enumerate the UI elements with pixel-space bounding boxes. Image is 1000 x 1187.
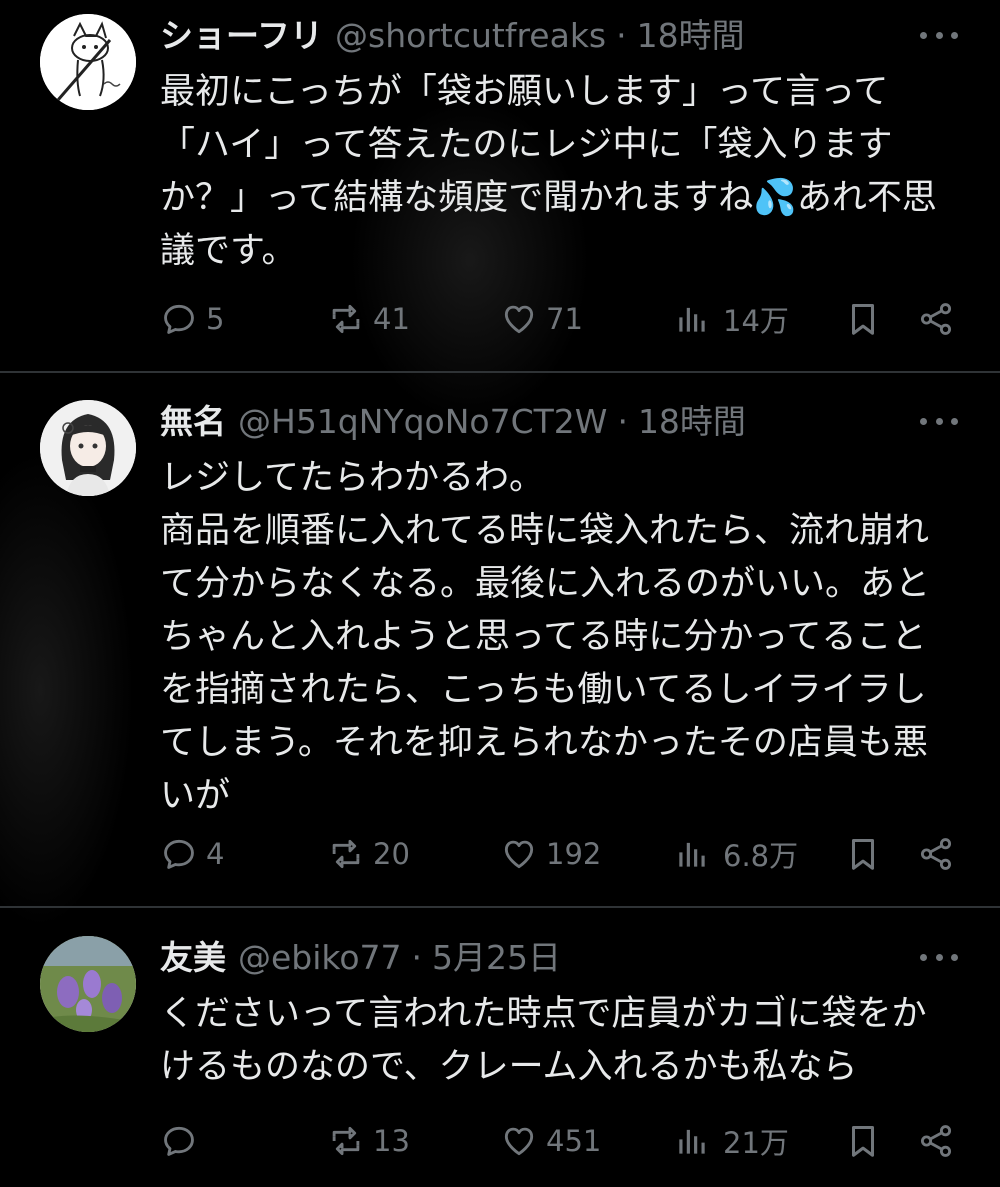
action-bar: 4 20 192 6.8万 xyxy=(0,832,1000,876)
reply-count: 4 xyxy=(206,837,225,871)
bookmark-icon xyxy=(851,304,875,335)
display-name[interactable]: 無名 xyxy=(160,400,226,444)
share-button[interactable] xyxy=(917,297,955,341)
view-count: 6.8万 xyxy=(723,839,799,873)
views-button[interactable]: 14万 xyxy=(673,297,789,341)
retweet-icon xyxy=(332,839,360,869)
cat-doodle-avatar-icon xyxy=(40,14,136,110)
reply-count: 5 xyxy=(206,302,225,336)
tweet-divider xyxy=(0,371,1000,373)
view-count: 21万 xyxy=(723,1126,789,1160)
heart-icon xyxy=(504,1127,534,1156)
retweet-count: 20 xyxy=(373,837,410,871)
separator-dot: · xyxy=(616,16,627,55)
user-handle[interactable]: @shortcutfreaks xyxy=(335,14,606,58)
tweet-text: くださいって言われた時点で店員がカゴに袋をか けるものなので、クレーム入れるかも… xyxy=(160,994,927,1087)
retweet-button[interactable]: 13 xyxy=(327,1119,410,1163)
retweet-count: 13 xyxy=(373,1124,410,1158)
tweet-text: レジしてたらわかるわ。 商品を順番に入れてる時に袋入れたら、流れ崩れ て分からな… xyxy=(160,458,931,816)
avatar[interactable] xyxy=(40,400,136,496)
retweet-button[interactable]: 20 xyxy=(327,832,410,876)
view-count: 14万 xyxy=(723,304,789,338)
share-icon xyxy=(920,838,952,870)
action-bar: 5 41 71 14万 xyxy=(0,297,1000,341)
bookmark-button[interactable] xyxy=(844,297,882,341)
retweet-button[interactable]: 41 xyxy=(327,297,410,341)
bookmark-icon xyxy=(851,1126,875,1157)
like-button[interactable]: 71 xyxy=(500,297,583,341)
avatar[interactable] xyxy=(40,14,136,110)
timestamp[interactable]: 5月25日 xyxy=(432,936,561,980)
like-button[interactable]: 192 xyxy=(500,832,601,876)
separator-dot: · xyxy=(617,402,628,441)
reply-button[interactable]: 4 xyxy=(160,832,224,876)
analytics-icon xyxy=(679,1129,705,1154)
tweet-header: 無名 @H51qNYqoNo7CT2W · 18時間 xyxy=(160,400,746,444)
like-button[interactable]: 451 xyxy=(500,1119,601,1163)
reply-button[interactable] xyxy=(160,1119,206,1163)
views-button[interactable]: 6.8万 xyxy=(673,832,798,876)
like-count: 71 xyxy=(546,302,583,336)
tweet-header: 友美 @ebiko77 · 5月25日 xyxy=(160,936,561,980)
share-button[interactable] xyxy=(917,1119,955,1163)
share-icon xyxy=(920,1125,952,1157)
reply-icon xyxy=(164,1126,194,1156)
more-options-icon[interactable] xyxy=(920,20,958,50)
reply-button[interactable]: 5 xyxy=(160,297,224,341)
retweet-icon xyxy=(332,1126,360,1156)
bookmark-button[interactable] xyxy=(844,832,882,876)
like-count: 451 xyxy=(546,1124,602,1158)
share-icon xyxy=(920,303,952,335)
like-count: 192 xyxy=(546,837,602,871)
purple-flowers-avatar-icon xyxy=(40,936,136,1032)
more-options-icon[interactable] xyxy=(920,406,958,436)
action-bar: 13 451 21万 xyxy=(0,1119,1000,1163)
timestamp[interactable]: 18時間 xyxy=(638,400,746,444)
display-name[interactable]: 友美 xyxy=(160,936,226,980)
more-options-icon[interactable] xyxy=(920,942,958,972)
timestamp[interactable]: 18時間 xyxy=(637,14,745,58)
analytics-icon xyxy=(679,307,705,332)
separator-dot: · xyxy=(411,938,423,977)
heart-icon xyxy=(504,305,534,334)
tweet-header: ショーフリ @shortcutfreaks · 18時間 xyxy=(160,14,745,58)
bookmark-button[interactable] xyxy=(844,1119,882,1163)
tweet-divider xyxy=(0,906,1000,908)
retweet-count: 41 xyxy=(373,302,410,336)
anime-girl-avatar-icon xyxy=(40,400,136,496)
views-button[interactable]: 21万 xyxy=(673,1119,789,1163)
tweet-text: 最初にこっちが「袋お願いします」って言って 「ハイ」って答えたのにレジ中に「袋入… xyxy=(160,72,937,271)
heart-icon xyxy=(504,840,534,869)
share-button[interactable] xyxy=(917,832,955,876)
user-handle[interactable]: @ebiko77 xyxy=(238,936,402,980)
bookmark-icon xyxy=(851,839,875,870)
reply-icon xyxy=(164,839,194,869)
avatar[interactable] xyxy=(40,936,136,1032)
user-handle[interactable]: @H51qNYqoNo7CT2W xyxy=(238,400,607,444)
retweet-icon xyxy=(332,304,360,334)
reply-icon xyxy=(164,304,194,334)
analytics-icon xyxy=(679,842,705,867)
display-name[interactable]: ショーフリ xyxy=(160,14,323,58)
